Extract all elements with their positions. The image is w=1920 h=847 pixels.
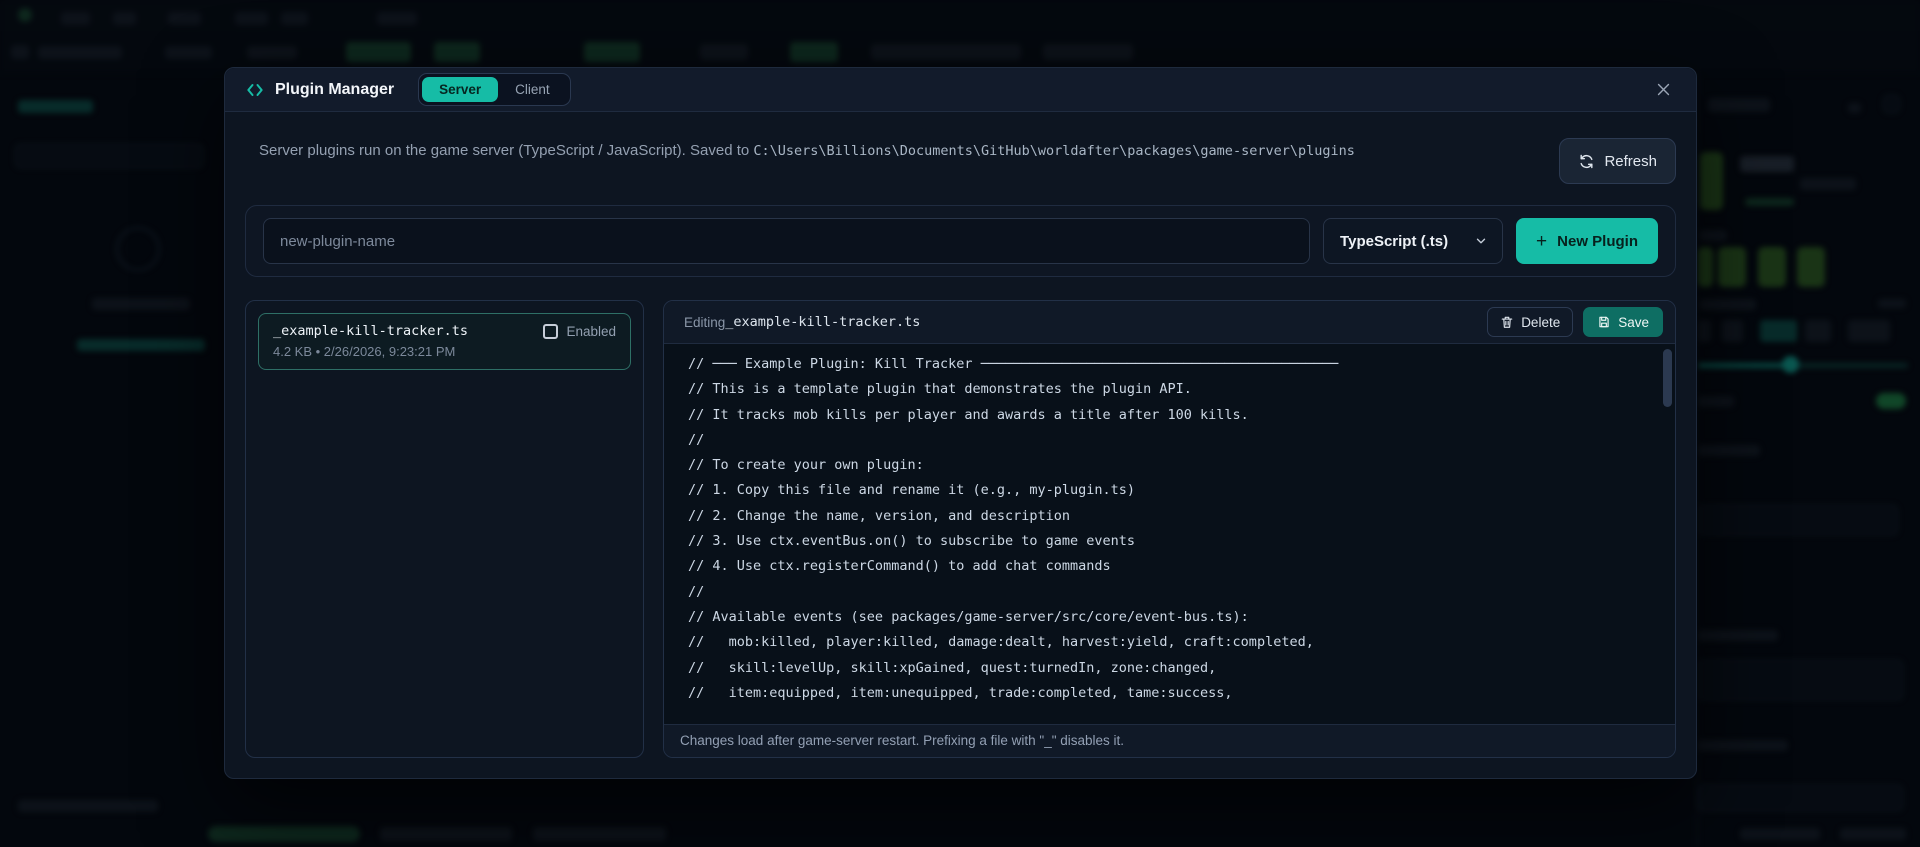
editor-scrollbar[interactable] — [1663, 349, 1672, 407]
code-line: // mob:killed, player:killed, damage:dea… — [688, 634, 1314, 651]
new-plugin-button[interactable]: + New Plugin — [1516, 218, 1658, 264]
code-line: // skill:levelUp, skill:xpGained, quest:… — [688, 659, 1217, 676]
new-plugin-label: New Plugin — [1557, 232, 1638, 250]
chevron-down-icon — [1474, 234, 1488, 248]
modal-header: Plugin Manager Server Client — [225, 68, 1696, 112]
refresh-label: Refresh — [1604, 152, 1657, 170]
editor-header: Editing _example-kill-tracker.ts Delete — [664, 301, 1675, 344]
code-line: // This is a template plugin that demons… — [688, 381, 1192, 398]
tab-group: Server Client — [418, 73, 571, 106]
language-selected-value: TypeScript (.ts) — [1340, 232, 1449, 250]
language-select[interactable]: TypeScript (.ts) — [1323, 218, 1504, 264]
code-line: // 2. Change the name, version, and desc… — [688, 507, 1071, 524]
new-plugin-name-input[interactable] — [263, 218, 1311, 264]
plugins-description: Server plugins run on the game server (T… — [245, 138, 1355, 164]
editor-footer-note: Changes load after game-server restart. … — [664, 724, 1675, 757]
enabled-checkbox[interactable] — [543, 323, 559, 339]
plugin-list-panel: _example-kill-tracker.ts Enabled 4.2 KB … — [245, 300, 644, 758]
code-line: // 4. Use ctx.registerCommand() to add c… — [688, 558, 1111, 575]
refresh-icon — [1578, 153, 1595, 170]
code-line: // ─── Example Plugin: Kill Tracker ────… — [688, 356, 1339, 372]
plugin-manager-modal: Plugin Manager Server Client Server plug… — [224, 67, 1697, 779]
plugins-path: C:\Users\Billions\Documents\GitHub\world… — [753, 143, 1355, 159]
delete-button[interactable]: Delete — [1487, 307, 1574, 337]
code-line: // 1. Copy this file and rename it (e.g.… — [688, 482, 1136, 499]
create-plugin-row: TypeScript (.ts) + New Plugin — [245, 205, 1676, 277]
code-line: // — [688, 583, 705, 600]
plus-icon: + — [1536, 230, 1548, 252]
tab-server[interactable]: Server — [422, 77, 499, 102]
plugin-filename: _example-kill-tracker.ts — [273, 323, 469, 339]
save-icon — [1597, 315, 1611, 329]
plugin-list-item[interactable]: _example-kill-tracker.ts Enabled 4.2 KB … — [258, 313, 631, 370]
code-editor[interactable]: // ─── Example Plugin: Kill Tracker ────… — [664, 344, 1675, 724]
editor-heading-prefix: Editing — [684, 314, 726, 330]
plugin-meta: 4.2 KB • 2/26/2026, 9:23:21 PM — [273, 344, 456, 359]
code-line: // To create your own plugin: — [688, 457, 924, 474]
modal-title: Plugin Manager — [275, 80, 395, 98]
description-row: Server plugins run on the game server (T… — [245, 138, 1676, 184]
editor-panel: Editing _example-kill-tracker.ts Delete — [663, 300, 1676, 758]
trash-icon — [1500, 315, 1514, 329]
code-line: // It tracks mob kills per player and aw… — [688, 406, 1249, 423]
code-line: // item:equipped, item:unequipped, trade… — [688, 684, 1233, 701]
close-icon[interactable] — [1650, 77, 1676, 103]
delete-label: Delete — [1521, 314, 1561, 330]
code-line: // Available events (see packages/game-s… — [688, 608, 1249, 625]
save-button[interactable]: Save — [1583, 307, 1663, 337]
description-text: Server plugins run on the game server (T… — [259, 142, 754, 159]
code-line: // — [688, 431, 705, 448]
code-line: // 3. Use ctx.eventBus.on() to subscribe… — [688, 533, 1136, 550]
tab-client[interactable]: Client — [498, 77, 567, 102]
editor-heading-filename: _example-kill-tracker.ts — [725, 314, 921, 330]
enabled-label: Enabled — [566, 323, 616, 339]
code-icon — [245, 80, 265, 100]
refresh-button[interactable]: Refresh — [1559, 138, 1676, 184]
save-label: Save — [1618, 314, 1649, 330]
plugin-enabled-control: Enabled — [543, 323, 616, 339]
